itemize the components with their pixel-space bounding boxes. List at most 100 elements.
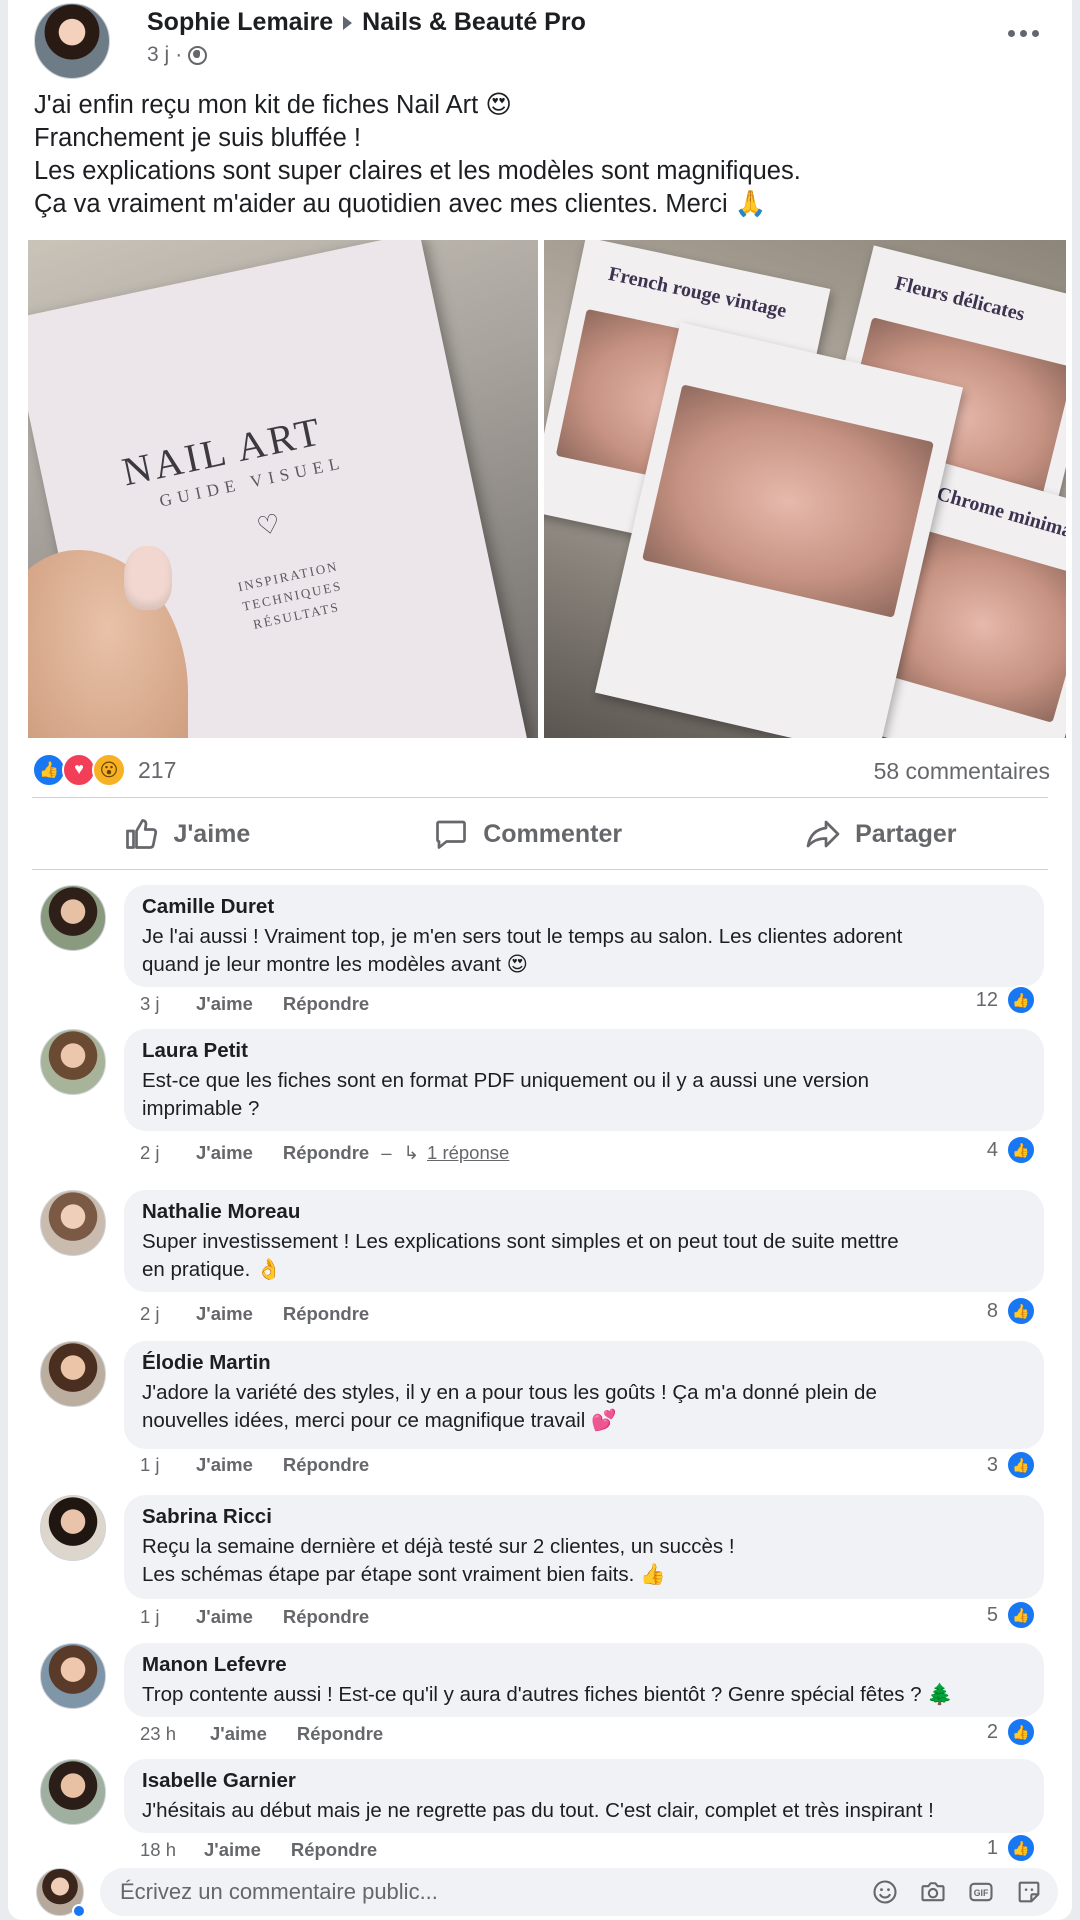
commenter-avatar[interactable]	[40, 885, 106, 951]
sticker-icon	[1018, 1881, 1040, 1903]
comment-time[interactable]: 23 h	[140, 1723, 210, 1745]
comment-like-button[interactable]: J'aime	[196, 1606, 253, 1628]
comment-text: en pratique. 👌	[142, 1258, 282, 1281]
separator-dash: –	[381, 1142, 392, 1163]
comment-meta: 2 j J'aime Répondre – ↳ 1 réponse	[140, 1142, 509, 1164]
gif-icon: GIF	[969, 1882, 993, 1902]
camera-button[interactable]	[918, 1877, 948, 1907]
commenter-name[interactable]: Manon Lefevre	[142, 1653, 1026, 1677]
comment-like-count[interactable]: 5 👍	[987, 1600, 1036, 1630]
author-line: Sophie Lemaire Nails & Beauté Pro	[147, 8, 586, 37]
commenter-avatar[interactable]	[40, 1759, 106, 1825]
heart-icon: ♡	[254, 507, 284, 542]
comment-reply-button[interactable]: Répondre	[291, 1839, 377, 1861]
comment-like-button[interactable]: J'aime	[204, 1839, 261, 1861]
like-reaction-icon: 👍	[1006, 1833, 1036, 1863]
comment-time[interactable]: 1 j	[140, 1606, 196, 1628]
comment-reply-button[interactable]: Répondre	[283, 1454, 369, 1476]
comment-like-count[interactable]: 12 👍	[976, 985, 1036, 1015]
meta-separator: ·	[175, 43, 183, 66]
action-bar: J'aime Commenter Partager	[32, 800, 1048, 868]
commenter-name[interactable]: Sabrina Ricci	[142, 1505, 1026, 1529]
commenter-name[interactable]: Laura Petit	[142, 1039, 1026, 1063]
comment-reply-button[interactable]: Répondre	[283, 993, 369, 1015]
post-text-line: Les explications sont super claires et l…	[34, 157, 801, 185]
commenter-avatar[interactable]	[40, 1341, 106, 1407]
commenter-avatar[interactable]	[40, 1190, 106, 1256]
commenter-name[interactable]: Isabelle Garnier	[142, 1769, 1026, 1793]
sheet-title: Fleurs délicates	[892, 272, 1027, 326]
share-button[interactable]: Partager	[805, 816, 957, 852]
comment-reply-button[interactable]: Répondre	[297, 1723, 383, 1745]
share-label: Partager	[855, 819, 957, 848]
comment-bubble: Élodie Martin J'adore la variété des sty…	[124, 1341, 1044, 1449]
comment-meta: 2 j J'aime Répondre	[140, 1303, 369, 1325]
comment-like-count[interactable]: 2 👍	[987, 1717, 1036, 1747]
post-photo-sheets[interactable]: French rouge vintage Fleurs délicates Ch…	[544, 240, 1066, 738]
comment-like-count[interactable]: 1 👍	[987, 1833, 1036, 1863]
nail-photo	[642, 384, 934, 618]
comment-time[interactable]: 2 j	[140, 1303, 196, 1325]
emoji-icon	[873, 1880, 897, 1904]
reaction-count: 217	[138, 756, 177, 783]
commenter-name[interactable]: Nathalie Moreau	[142, 1200, 1026, 1224]
more-options-button[interactable]	[998, 18, 1048, 48]
comment-time[interactable]: 1 j	[140, 1454, 196, 1476]
commenter-avatar[interactable]	[40, 1495, 106, 1561]
sheet-title: Chrome minimal	[934, 482, 1066, 544]
online-status-icon	[72, 1904, 86, 1918]
comment-meta: 1 j J'aime Répondre	[140, 1606, 369, 1628]
comment-bubble: Camille Duret Je l'ai aussi ! Vraiment t…	[124, 885, 1044, 987]
reaction-summary[interactable]: 👍 ♥ 😮 217	[32, 752, 176, 788]
post-photo-booklet[interactable]: NAIL ART GUIDE VISUEL ♡ INSPIRATION TECH…	[28, 240, 538, 738]
comment-like-button[interactable]: J'aime	[196, 993, 253, 1015]
commenter-name[interactable]: Élodie Martin	[142, 1351, 1026, 1375]
comment-input[interactable]	[120, 1868, 860, 1916]
comment-reply-button[interactable]: Répondre	[283, 1142, 369, 1164]
comment-reply-button[interactable]: Répondre	[283, 1606, 369, 1628]
view-replies-link[interactable]: 1 réponse	[427, 1142, 509, 1164]
thumbs-up-icon	[126, 819, 158, 849]
comment-like-count[interactable]: 3 👍	[987, 1450, 1036, 1480]
comment-like-button[interactable]: J'aime	[210, 1723, 267, 1745]
author-avatar[interactable]	[34, 3, 110, 79]
comment-time[interactable]: 2 j	[140, 1142, 196, 1164]
comment-like-button[interactable]: J'aime	[196, 1142, 253, 1164]
post-time[interactable]: 3 j	[147, 43, 169, 67]
svg-text:GIF: GIF	[974, 1888, 989, 1898]
post-text-line: J'ai enfin reçu mon kit de fiches Nail A…	[34, 91, 512, 119]
comment-button[interactable]: Commenter	[433, 816, 622, 852]
like-button[interactable]: J'aime	[123, 816, 250, 852]
commenter-avatar[interactable]	[40, 1643, 106, 1709]
author-name[interactable]: Sophie Lemaire	[147, 8, 333, 37]
comment-bubble: Manon Lefevre Trop contente aussi ! Est-…	[124, 1643, 1044, 1717]
comment-like-button[interactable]: J'aime	[196, 1303, 253, 1325]
comment-text: Trop contente aussi ! Est-ce qu'il y aur…	[142, 1683, 953, 1706]
comment-like-count[interactable]: 4 👍	[987, 1135, 1036, 1165]
comment-meta: 23 h J'aime Répondre	[140, 1723, 383, 1745]
divider	[32, 797, 1048, 798]
composer-tools: GIF	[870, 1877, 1044, 1907]
comment-count-link[interactable]: 58 commentaires	[874, 758, 1050, 785]
comment-like-button[interactable]: J'aime	[196, 1454, 253, 1476]
post-text-line: Franchement je suis bluffée !	[34, 124, 361, 152]
comment-like-count[interactable]: 8 👍	[987, 1296, 1036, 1326]
comment-composer: GIF	[32, 1866, 1058, 1918]
comment-time[interactable]: 18 h	[140, 1839, 204, 1861]
commenter-name[interactable]: Camille Duret	[142, 895, 1026, 919]
comment-text: quand je leur montre les modèles avant 😍	[142, 953, 529, 976]
comment-bubble: Sabrina Ricci Reçu la semaine dernière e…	[124, 1495, 1044, 1599]
emoji-button[interactable]	[870, 1877, 900, 1907]
comment-meta: 3 j J'aime Répondre	[140, 993, 369, 1015]
booklet-tagline: INSPIRATION TECHNIQUES RÉSULTATS	[236, 558, 344, 632]
comment-time[interactable]: 3 j	[140, 993, 196, 1015]
like-reaction-icon: 👍	[32, 753, 66, 787]
comment-reply-button[interactable]: Répondre	[283, 1303, 369, 1325]
comment-meta: 1 j J'aime Répondre	[140, 1454, 369, 1476]
commenter-avatar[interactable]	[40, 1029, 106, 1095]
group-name[interactable]: Nails & Beauté Pro	[362, 8, 586, 37]
sticker-button[interactable]	[1014, 1877, 1044, 1907]
reply-arrow-icon: ↳	[403, 1142, 420, 1163]
gif-button[interactable]: GIF	[966, 1877, 996, 1907]
comment-bubble: Nathalie Moreau Super investissement ! L…	[124, 1190, 1044, 1292]
